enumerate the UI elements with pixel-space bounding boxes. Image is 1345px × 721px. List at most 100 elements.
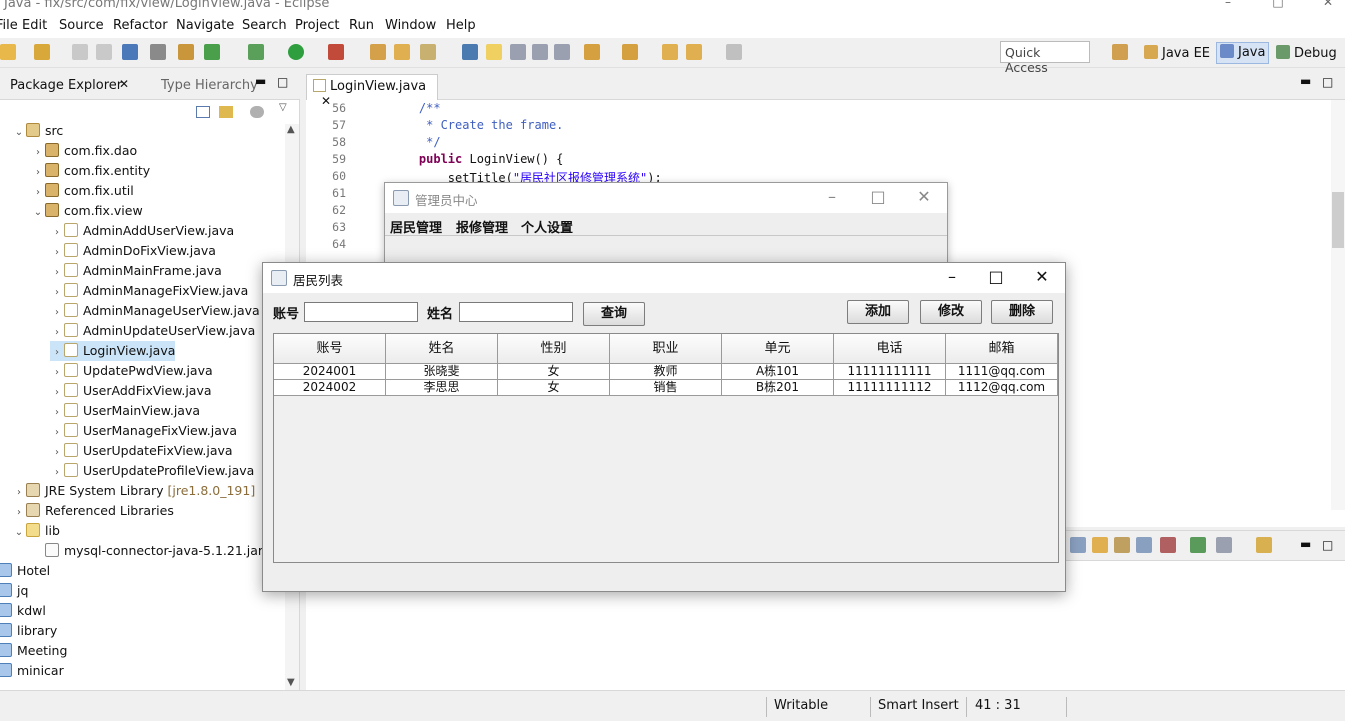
table-cell[interactable]: 2024002 xyxy=(274,380,386,396)
chevron-right-icon[interactable]: › xyxy=(50,363,64,383)
add-button[interactable]: 添加 xyxy=(847,300,909,324)
tree-item[interactable]: › com.fix.util xyxy=(31,181,134,201)
tree-item[interactable]: library xyxy=(0,621,57,641)
menu-edit[interactable]: Edit xyxy=(22,18,47,33)
perspective-java-ee[interactable]: Java EE xyxy=(1144,45,1210,61)
column-header[interactable]: 单元 xyxy=(722,334,834,364)
close-icon[interactable]: ✕ xyxy=(119,77,129,91)
chevron-right-icon[interactable]: › xyxy=(12,483,26,503)
tree-item[interactable]: mysql-connector-java-5.1.21.jar xyxy=(31,541,263,561)
table-cell[interactable]: B栋201 xyxy=(722,380,834,396)
chevron-right-icon[interactable]: › xyxy=(50,283,64,303)
menu-navigate[interactable]: Navigate xyxy=(176,18,234,33)
quick-access-input[interactable]: Quick Access xyxy=(1000,41,1090,75)
remove-launch-icon[interactable] xyxy=(1160,537,1176,553)
maximize-icon[interactable]: □ xyxy=(1322,538,1333,552)
code-line[interactable]: * Create the frame. xyxy=(390,118,563,132)
tree-item[interactable]: › UpdatePwdView.java xyxy=(50,361,213,381)
external-tools-icon[interactable] xyxy=(328,44,344,60)
toggle-mark-icon[interactable] xyxy=(462,44,478,60)
collapse-all-icon[interactable] xyxy=(196,106,210,118)
chevron-right-icon[interactable]: › xyxy=(31,143,45,163)
table-cell[interactable]: 2024001 xyxy=(274,364,386,380)
tree-item[interactable]: › AdminAddUserView.java xyxy=(50,221,234,241)
tree-item[interactable]: › com.fix.entity xyxy=(31,161,150,181)
chevron-right-icon[interactable]: › xyxy=(31,183,45,203)
tree-item[interactable]: ⌄ src xyxy=(12,121,63,141)
chevron-right-icon[interactable]: › xyxy=(50,223,64,243)
tree-item[interactable]: ⌄ com.fix.view xyxy=(31,201,143,221)
tree-item[interactable]: › UserUpdateFixView.java xyxy=(50,441,233,461)
table-cell[interactable]: 女 xyxy=(498,364,610,380)
debug-icon[interactable] xyxy=(248,44,264,60)
pin-console-icon[interactable] xyxy=(1136,537,1152,553)
chevron-down-icon[interactable]: ⌄ xyxy=(12,123,26,143)
chevron-right-icon[interactable]: › xyxy=(50,383,64,403)
tree-item[interactable]: jq xyxy=(0,581,28,601)
tree-item[interactable]: › Referenced Libraries xyxy=(12,501,174,521)
block-select-icon[interactable] xyxy=(532,44,548,60)
menu-project[interactable]: Project xyxy=(295,18,339,33)
tab-loginview[interactable]: LoginView.java ✕ xyxy=(306,74,438,108)
save-icon[interactable] xyxy=(72,44,88,60)
view-menu-icon[interactable]: ▽ xyxy=(279,102,287,113)
table-cell[interactable]: 女 xyxy=(498,380,610,396)
admin-center-titlebar[interactable]: 管理员中心 – □ ✕ xyxy=(385,183,947,213)
next-annotation-icon[interactable] xyxy=(584,44,600,60)
chevron-right-icon[interactable]: › xyxy=(12,503,26,523)
maximize-icon[interactable]: □ xyxy=(1268,0,1288,8)
delete-button[interactable]: 删除 xyxy=(991,300,1053,324)
open-perspective-icon[interactable] xyxy=(1112,44,1128,60)
chevron-right-icon[interactable]: › xyxy=(50,343,64,363)
open-folder-icon[interactable] xyxy=(394,44,410,60)
table-cell[interactable]: 李思思 xyxy=(386,380,498,396)
forward-icon[interactable] xyxy=(726,44,742,60)
save-all-icon[interactable] xyxy=(96,44,112,60)
close-icon[interactable]: ✕ xyxy=(909,187,939,206)
perspective-debug[interactable]: Debug xyxy=(1276,45,1337,61)
name-input[interactable] xyxy=(459,302,573,322)
table-cell[interactable]: 11111111111 xyxy=(834,364,946,380)
new-wizard-icon[interactable] xyxy=(34,44,50,60)
tree-item[interactable]: › JRE System Library [jre1.8.0_191] xyxy=(12,481,255,501)
table-cell[interactable]: A栋101 xyxy=(722,364,834,380)
clear-console-icon[interactable] xyxy=(1070,537,1086,553)
close-icon[interactable]: ✕ xyxy=(1318,0,1338,8)
scroll-up-icon[interactable]: ▲ xyxy=(287,124,295,135)
tree-item[interactable]: › AdminManageFixView.java xyxy=(50,281,248,301)
table-cell[interactable]: 1112@qq.com xyxy=(946,380,1058,396)
minimize-icon[interactable]: ▬ xyxy=(1300,537,1311,551)
minimize-icon[interactable]: – xyxy=(937,267,967,286)
tree-item[interactable]: › UserUpdateProfileView.java xyxy=(50,461,254,481)
table-cell[interactable]: 11111111112 xyxy=(834,380,946,396)
open-console-icon[interactable] xyxy=(1216,537,1232,553)
table-cell[interactable]: 1111@qq.com xyxy=(946,364,1058,380)
account-input[interactable] xyxy=(304,302,418,322)
resident-list-titlebar[interactable]: 居民列表 – □ ✕ xyxy=(263,263,1065,293)
table-cell[interactable]: 销售 xyxy=(610,380,722,396)
chevron-right-icon[interactable]: › xyxy=(50,303,64,323)
tab-package-explorer[interactable]: Package Explorer xyxy=(10,78,122,93)
open-type-icon[interactable] xyxy=(370,44,386,60)
new-console-icon[interactable] xyxy=(1256,537,1272,553)
menu-repair-management[interactable]: 报修管理 xyxy=(456,217,508,236)
minimize-icon[interactable]: ▬ xyxy=(1300,74,1311,88)
skip-breakpoints-icon[interactable] xyxy=(150,44,166,60)
back-icon[interactable] xyxy=(686,44,702,60)
code-line[interactable]: public LoginView() { xyxy=(390,152,564,166)
chevron-right-icon[interactable]: › xyxy=(50,463,64,483)
console-icon[interactable] xyxy=(122,44,138,60)
chevron-right-icon[interactable]: › xyxy=(50,443,64,463)
menu-refactor[interactable]: Refactor xyxy=(113,18,168,33)
tree-item[interactable]: › AdminManageUserView.java xyxy=(50,301,260,321)
menu-source[interactable]: Source xyxy=(59,18,104,33)
table-cell[interactable]: 张晓斐 xyxy=(386,364,498,380)
filter-icon[interactable] xyxy=(250,106,264,118)
tree-item[interactable]: ⌄ lib xyxy=(12,521,60,541)
tab-type-hierarchy[interactable]: Type Hierarchy xyxy=(161,78,258,93)
menu-search[interactable]: Search xyxy=(242,18,287,33)
minimize-icon[interactable]: – xyxy=(1218,0,1238,8)
column-header[interactable]: 姓名 xyxy=(386,334,498,364)
editor-scrollbar[interactable] xyxy=(1331,100,1345,510)
chevron-right-icon[interactable]: › xyxy=(50,243,64,263)
